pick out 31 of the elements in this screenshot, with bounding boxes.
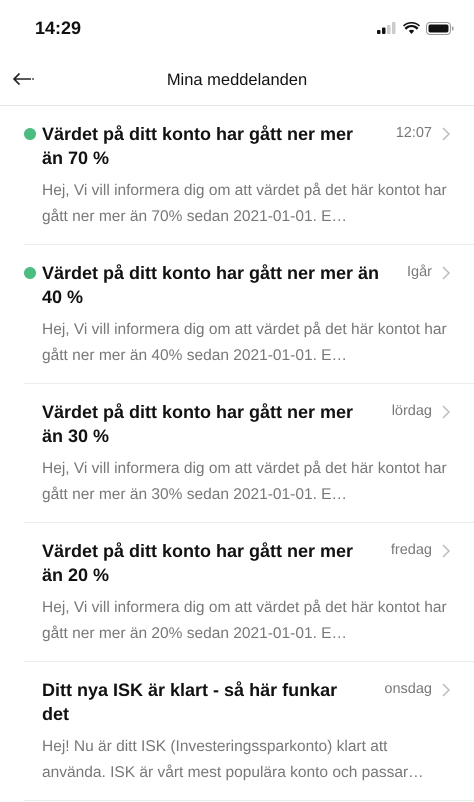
message-title: Värdet på ditt konto har gått ner mer än 70 %: [42, 123, 354, 170]
chevron-icon: [442, 544, 450, 558]
signal-icon: [377, 22, 397, 34]
message-title: Värdet på ditt konto har gått ner mer än 40 %: [42, 262, 380, 309]
message-time: lördag: [392, 402, 432, 419]
message-time: Igår: [407, 263, 432, 280]
back-button[interactable]: [10, 70, 36, 88]
status-time: 14:29: [35, 18, 82, 38]
message-title: Värdet på ditt konto har gått ner mer än 30 %: [42, 401, 354, 448]
message-preview: Hej, Vi vill informera dig om att värdet på det här kontot har gått ner mer än 30% sedan 2021-01-01. E…: [42, 459, 448, 505]
message-time: fredag: [390, 541, 432, 558]
message-preview: Hej! Nu är ditt ISK (Investeringssparkonto) klart att använda. ISK är vårt mest populära konto och passar…: [42, 737, 425, 783]
chevron-icon: [442, 127, 450, 141]
message-item[interactable]: Värdet på ditt konto har gått ner mer än 30 % lördag Hej, Vi vill informera dig om att värdet på det här kontot har gått ner mer än 30% sedan 2021-01-01. E…: [24, 384, 474, 523]
message-title: Värdet på ditt konto har gått ner mer än 20 %: [42, 540, 354, 587]
battery-icon: [426, 22, 454, 34]
message-item[interactable]: Värdet på ditt konto har gått ner mer än 70 % 12:07 Hej, Vi vill informera dig om att värdet på det här kontot har gått ner mer än 70% sedan 2021-01-01. E…: [24, 106, 474, 245]
message-item[interactable]: Värdet på ditt konto har gått ner mer än 40 % Igår Hej, Vi vill informera dig om att värdet på det här kontot har gått ner mer än 40% sedan 2021-01-01. E…: [24, 245, 474, 384]
message-item[interactable]: Värdet på ditt konto har gått ner mer än 20 % fredag Hej, Vi vill informera dig om att värdet på det här kontot har gått ner mer än 20% sedan 2021-01-01. E…: [24, 523, 474, 662]
message-preview: Hej, Vi vill informera dig om att värdet på det här kontot har gått ner mer än 40% sedan 2021-01-01. E…: [42, 320, 448, 366]
chevron-icon: [442, 683, 450, 697]
message-title: Ditt nya ISK är klart - så här funkar det: [42, 679, 338, 726]
chevron-icon: [442, 405, 450, 419]
chevron-icon: [442, 266, 450, 280]
wifi-icon: [403, 22, 420, 34]
page-title: Mina meddelanden: [166, 71, 308, 90]
message-time: 12:07: [396, 124, 432, 141]
message-preview: Hej, Vi vill informera dig om att värdet på det här kontot har gått ner mer än 70% sedan 2021-01-01. E…: [42, 181, 448, 227]
message-preview: Hej, Vi vill informera dig om att värdet på det här kontot har gått ner mer än 20% sedan 2021-01-01. E…: [42, 598, 448, 644]
message-time: onsdag: [384, 680, 432, 697]
message-item[interactable]: Ditt nya ISK är klart - så här funkar det onsdag Hej! Nu är ditt ISK (Investeringssparkonto) klart att använda. ISK är vårt mest populära konto och passar…: [24, 662, 474, 801]
